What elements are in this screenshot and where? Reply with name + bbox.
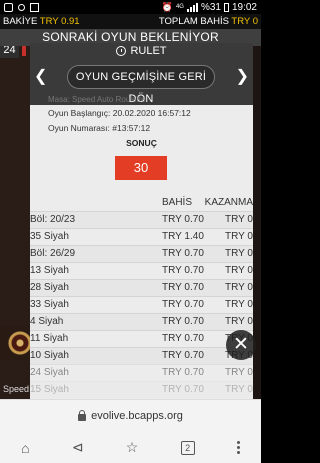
bet-name: 15 Siyah bbox=[30, 384, 69, 395]
bet-row: 33 Siyah TRY 0.70 TRY 0 bbox=[30, 296, 253, 313]
bet-row: 10 SiyahTRY 0.70TRY 0 bbox=[30, 347, 253, 364]
bet-row: Böl: 26/29 TRY 0.70 TRY 0 bbox=[30, 245, 253, 262]
bet-name: 24 Siyah bbox=[30, 367, 69, 378]
bet-row: 4 Siyah TRY 0.70 TRY 0 bbox=[30, 313, 253, 330]
url-text: evolive.bcapps.org bbox=[91, 410, 183, 422]
balance-value: TRY 0.91 bbox=[39, 16, 80, 27]
bet-name: 11 Siyah bbox=[30, 333, 69, 344]
mail-icon bbox=[30, 2, 39, 12]
game-history-modal: RULET ❮ OYUN GEÇMİŞİNE GERİ DÖN ❯ Masa: … bbox=[30, 43, 253, 399]
close-icon[interactable]: ✕ bbox=[226, 330, 256, 360]
bet-amount: TRY 0.70 bbox=[162, 299, 204, 310]
home-icon[interactable]: ⌂ bbox=[21, 440, 29, 456]
modal-title: RULET bbox=[30, 45, 253, 57]
game-start-label: Oyun Başlangıç: bbox=[48, 108, 111, 118]
browser-url-bar[interactable]: evolive.bcapps.org bbox=[0, 399, 261, 432]
network-type: 4G bbox=[175, 4, 184, 10]
tabs-button[interactable]: 2 bbox=[180, 440, 195, 455]
previous-game-button[interactable]: ❮ bbox=[34, 68, 47, 86]
bet-amount: TRY 0.70 bbox=[162, 316, 204, 327]
bet-amount: TRY 0.70 bbox=[162, 265, 204, 276]
win-amount: TRY 0 bbox=[225, 384, 253, 395]
android-status-bar: ⏰ 4G %31 19:02 bbox=[0, 0, 261, 14]
bets-table: Böl: 20/23 TRY 0.70 TRY 0 35 Siyah TRY 1.40… bbox=[30, 211, 253, 398]
win-amount: TRY 0 bbox=[225, 265, 253, 276]
clock-icon bbox=[116, 46, 127, 56]
notification-icon bbox=[4, 2, 13, 12]
bet-row: 15 Siyah TRY 0.70 TRY 0 bbox=[30, 381, 253, 398]
next-game-button[interactable]: ❯ bbox=[236, 68, 249, 86]
balance-group: BAKİYE TRY 0.91 bbox=[3, 16, 80, 27]
bet-amount: TRY 0.70 bbox=[162, 282, 204, 293]
game-number-line: Oyun Numarası: #13:57:12 bbox=[48, 123, 150, 133]
bet-row: 13 Siyah TRY 0.70 TRY 0 bbox=[30, 262, 253, 279]
win-amount: TRY 0 bbox=[225, 231, 253, 242]
total-bet-group: TOPLAM BAHİS TRY 0 bbox=[159, 16, 258, 27]
alarm-icon: ⏰ bbox=[161, 1, 173, 12]
bet-row: 11 SiyahTRY 0.70TRY 0 bbox=[30, 330, 253, 347]
result-label: SONUÇ bbox=[126, 138, 157, 148]
bet-amount: TRY 0.70 bbox=[162, 367, 204, 378]
bet-amount: TRY 0.70 bbox=[162, 350, 204, 361]
bet-column-header: BAHİS bbox=[162, 197, 193, 208]
modal-title-text: RULET bbox=[130, 45, 167, 57]
bet-row: 35 Siyah TRY 1.40 TRY 0 bbox=[30, 228, 253, 245]
battery-percent: %31 bbox=[200, 1, 221, 13]
total-bet-value: TRY 0 bbox=[231, 16, 258, 27]
win-amount: TRY 0 bbox=[225, 282, 253, 293]
bet-amount: TRY 0.70 bbox=[162, 214, 204, 225]
game-start-value: 20.02.2020 16:57:12 bbox=[112, 108, 191, 118]
status-right-icons: ⏰ 4G %31 19:02 bbox=[162, 2, 257, 13]
bet-name: 4 Siyah bbox=[30, 316, 64, 327]
bookmark-star-icon[interactable]: ☆ bbox=[126, 439, 139, 456]
win-amount: TRY 0 bbox=[225, 316, 253, 327]
vpn-key-icon bbox=[18, 3, 25, 11]
bet-name: 35 Siyah bbox=[30, 231, 69, 242]
bet-name: Böl: 26/29 bbox=[30, 248, 76, 259]
bet-name: 13 Siyah bbox=[30, 265, 69, 276]
win-amount: TRY 0 bbox=[225, 367, 253, 378]
menu-icon[interactable] bbox=[236, 441, 240, 454]
bet-name: 28 Siyah bbox=[30, 282, 69, 293]
balance-bar: BAKİYE TRY 0.91 TOPLAM BAHİS TRY 0 bbox=[0, 14, 261, 29]
browser-nav-bar: ⌂ ⊲ ☆ 2 bbox=[0, 432, 261, 463]
table-name-faded: Masa: Speed Auto Roulette bbox=[48, 95, 146, 104]
balance-label: BAKİYE bbox=[3, 16, 38, 27]
result-value: 30 bbox=[115, 156, 167, 180]
back-to-history-button[interactable]: OYUN GEÇMİŞİNE GERİ DÖN bbox=[67, 65, 215, 105]
bet-amount: TRY 0.70 bbox=[162, 384, 204, 395]
signal-bars-icon bbox=[186, 2, 198, 12]
bet-row: Böl: 20/23 TRY 0.70 TRY 0 bbox=[30, 211, 253, 228]
game-speed-label: Speed bbox=[3, 384, 30, 394]
win-amount: TRY 0 bbox=[225, 299, 253, 310]
bet-amount: TRY 0.70 bbox=[162, 333, 204, 344]
game-number-value: #13:57:12 bbox=[112, 123, 151, 133]
bet-name: 33 Siyah bbox=[30, 299, 69, 310]
battery-icon bbox=[223, 2, 229, 12]
bet-amount: TRY 1.40 bbox=[162, 231, 204, 242]
bet-name: 10 Siyah bbox=[30, 350, 69, 361]
bet-row: 28 Siyah TRY 0.70 TRY 0 bbox=[30, 279, 253, 296]
bet-row: 24 Siyah TRY 0.70 TRY 0 bbox=[30, 364, 253, 381]
win-column-header: KAZANMA bbox=[204, 197, 253, 208]
bet-name: Böl: 20/23 bbox=[30, 214, 76, 225]
status-left-icons bbox=[4, 2, 39, 12]
win-amount: TRY 0 bbox=[225, 214, 253, 225]
game-number-label: Oyun Numarası: bbox=[48, 123, 110, 133]
status-time: 19:02 bbox=[231, 1, 257, 13]
share-icon[interactable]: ⊲ bbox=[72, 439, 84, 456]
game-start-line: Oyun Başlangıç: 20.02.2020 16:57:12 bbox=[48, 108, 191, 118]
lock-icon bbox=[78, 410, 87, 421]
win-amount: TRY 0 bbox=[225, 248, 253, 259]
bet-amount: TRY 0.70 bbox=[162, 248, 204, 259]
roulette-wheel-image bbox=[0, 326, 30, 360]
total-bet-label: TOPLAM BAHİS bbox=[158, 16, 229, 27]
